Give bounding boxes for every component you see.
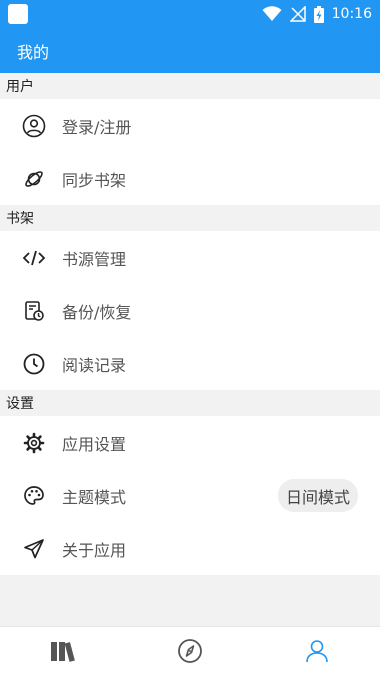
backup-restore-icon [22, 299, 46, 323]
theme-mode-label: 主题模式 [62, 487, 127, 507]
planet-sync-icon [22, 167, 46, 191]
backup-restore-item[interactable]: 备份/恢复 [0, 284, 380, 337]
section-header-user: 用户 [0, 73, 380, 99]
palette-icon [22, 484, 46, 508]
section-header-settings: 设置 [0, 390, 380, 416]
nav-discover[interactable] [170, 631, 210, 671]
app-settings-item[interactable]: 应用设置 [0, 416, 380, 469]
no-signal-icon [289, 6, 306, 22]
section-settings: 应用设置 主题模式 日间模式 关于应用 [0, 416, 380, 575]
compass-icon [178, 639, 202, 663]
about-app-item[interactable]: 关于应用 [0, 522, 380, 575]
code-icon [22, 246, 46, 270]
book-source-management-item[interactable]: 书源管理 [0, 231, 380, 284]
book-source-label: 书源管理 [62, 249, 127, 269]
about-app-label: 关于应用 [62, 540, 127, 560]
sync-bookshelf-item[interactable]: 同步书架 [0, 152, 380, 205]
section-user: 登录/注册 同步书架 [0, 99, 380, 205]
theme-mode-item[interactable]: 主题模式 日间模式 [0, 469, 380, 522]
clock-icon [22, 352, 46, 376]
theme-mode-value[interactable]: 日间模式 [277, 479, 358, 512]
login-register-label: 登录/注册 [62, 117, 132, 137]
reading-history-item[interactable]: 阅读记录 [0, 337, 380, 390]
wifi-icon [262, 6, 282, 21]
account-circle-icon [22, 114, 46, 138]
bottom-navigation [0, 626, 380, 675]
login-register-item[interactable]: 登录/注册 [0, 99, 380, 152]
status-icons: 10:16 [262, 5, 372, 23]
app-icon [8, 4, 28, 24]
sync-bookshelf-label: 同步书架 [62, 170, 127, 190]
paper-plane-icon [22, 537, 46, 561]
status-time: 10:16 [331, 6, 372, 22]
section-header-bookshelf: 书架 [0, 205, 380, 231]
status-bar: 10:16 [0, 0, 380, 28]
content: 用户 登录/注册 同步书架 书架 书源管理 备份/恢复 阅读记录 设置 应用设置… [0, 73, 380, 575]
gear-icon [22, 431, 46, 455]
battery-charging-icon [313, 5, 324, 23]
app-settings-label: 应用设置 [62, 434, 127, 454]
reading-history-label: 阅读记录 [62, 355, 127, 375]
page-title: 我的 [17, 42, 50, 62]
nav-my[interactable] [297, 631, 337, 671]
nav-bookshelf[interactable] [43, 631, 83, 671]
app-bar: 我的 [0, 28, 380, 73]
backup-restore-label: 备份/恢复 [62, 302, 132, 322]
section-bookshelf: 书源管理 备份/恢复 阅读记录 [0, 231, 380, 390]
bookshelf-icon [51, 642, 76, 662]
person-icon [305, 640, 328, 663]
